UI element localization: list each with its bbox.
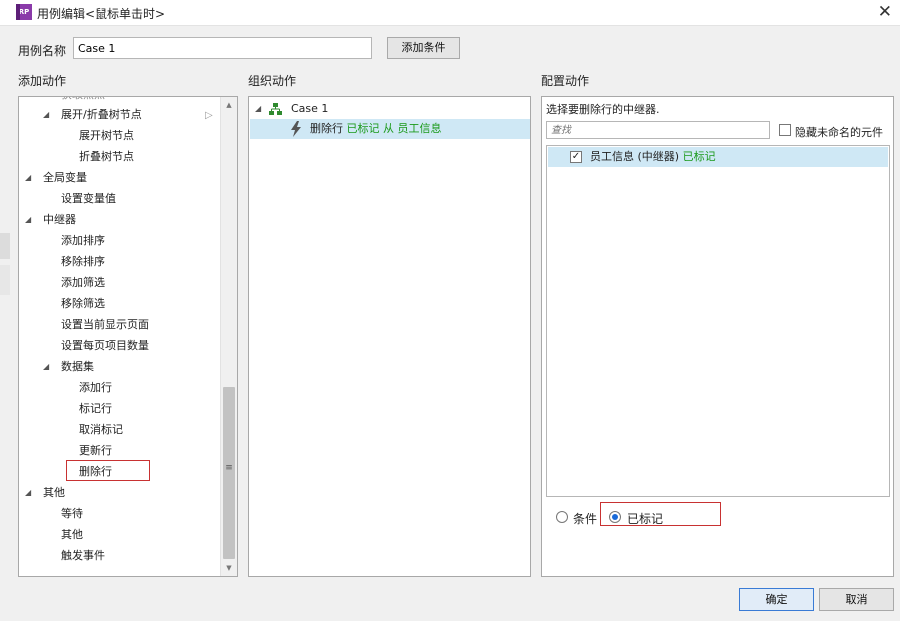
repeater-list[interactable]: ✓ 员工信息 (中继器) 已标记 [546,145,890,497]
organize-action-heading: 组织动作 [248,74,297,88]
delete-row-highlight [66,460,150,481]
scroll-down-icon[interactable]: ▼ [221,560,237,576]
tree-item-expand-node[interactable]: 展开树节点 [79,126,134,146]
configure-action-panel: 选择要删除行的中继器. 隐藏未命名的元件 ✓ 员工信息 (中继器) 已标记 条件… [541,96,894,577]
background-window-edge [0,233,10,259]
tree-group-label: 全局变量 [43,171,87,184]
tree-item-remove-sort[interactable]: 移除排序 [61,252,105,272]
action-target: 员工信息 [397,122,442,135]
action-delete-row[interactable]: 删除行 已标记 从 员工信息 [250,119,530,139]
hide-unnamed-label: 隐藏未命名的元件 [795,126,883,139]
triangle-down-icon: ◢ [43,110,50,119]
title-bar: RP 用例编辑<鼠标单击时> ✕ [0,0,900,26]
condition-radio[interactable] [556,511,568,523]
case-tree-icon [269,103,282,115]
grip-icon: ≡ [225,463,233,473]
tree-item-get-focus[interactable]: 获取焦点 [61,97,105,105]
add-condition-button[interactable]: 添加条件 [387,37,460,59]
triangle-down-icon: ◢ [25,488,32,497]
repeater-checkbox[interactable]: ✓ [570,151,582,163]
configure-action-heading: 配置动作 [541,74,590,88]
app-logo-icon: RP [16,4,32,20]
repeater-item-text: 员工信息 (中继器) 已标记 [590,147,716,167]
tree-item-add-row[interactable]: 添加行 [79,378,112,398]
lightning-icon [291,121,301,137]
action-text: 删除行 已标记 从 员工信息 [310,119,442,139]
marked-radio-highlight [600,502,721,526]
cancel-button[interactable]: 取消 [819,588,894,611]
action-marked: 已标记 [346,122,380,135]
repeater-marked: 已标记 [682,150,716,163]
case-name-input[interactable] [73,37,372,59]
chevron-right-icon: ▷ [205,110,213,121]
configure-prompt: 选择要删除行的中继器. [546,103,660,116]
tree-item-add-filter[interactable]: 添加筛选 [61,273,105,293]
window-title: 用例编辑<鼠标单击时> [37,7,166,21]
action-verb: 删除行 [310,122,343,135]
tree-item-add-sort[interactable]: 添加排序 [61,231,105,251]
tree-group-label: 展开/折叠树节点 [61,108,142,121]
repeater-name: 员工信息 (中继器) [590,150,680,163]
tree-item-set-current-page[interactable]: 设置当前显示页面 [61,315,149,335]
tree-item-fire-event[interactable]: 触发事件 [61,546,105,566]
tree-item-mark-row[interactable]: 标记行 [79,399,112,419]
tree-scrollbar[interactable]: ▲ ≡ ▼ [220,97,237,576]
tree-group-label: 数据集 [61,360,94,373]
case-name-label: 用例名称 [18,44,67,58]
ok-button[interactable]: 确定 [739,588,814,611]
tree-item-update-row[interactable]: 更新行 [79,441,112,461]
background-window-edge [0,265,10,295]
hide-unnamed-checkbox[interactable] [779,124,791,136]
tree-item-remove-filter[interactable]: 移除筛选 [61,294,105,314]
tree-item-collapse-node[interactable]: 折叠树节点 [79,147,134,167]
condition-radio-label: 条件 [573,512,598,526]
tree-item-set-variable[interactable]: 设置变量值 [61,189,116,209]
tree-item-set-items-per-page[interactable]: 设置每页项目数量 [61,336,149,356]
tree-group-label: 中继器 [43,213,76,226]
triangle-down-icon: ◢ [255,104,262,113]
triangle-down-icon: ◢ [25,215,32,224]
add-action-heading: 添加动作 [18,74,67,88]
tree-group-label: 其他 [43,486,65,499]
scroll-up-icon[interactable]: ▲ [221,97,237,113]
triangle-down-icon: ◢ [25,173,32,182]
tree-item-other[interactable]: 其他 [61,525,83,545]
search-input[interactable] [546,121,770,139]
organize-action-panel[interactable]: ◢ Case 1 删除行 已标记 从 员工信息 [248,96,531,577]
close-icon[interactable]: ✕ [878,2,892,22]
tree-item-unmark[interactable]: 取消标记 [79,420,123,440]
case-label: Case 1 [291,102,329,115]
repeater-list-item[interactable]: ✓ 员工信息 (中继器) 已标记 [548,147,888,167]
tree-item-wait[interactable]: 等待 [61,504,83,524]
add-action-tree[interactable]: 获取焦点 ◢ 展开/折叠树节点 ▷ 展开树节点 折叠树节点 ◢ 全局变量 设置变… [18,96,238,577]
scroll-thumb[interactable]: ≡ [223,387,235,559]
action-from: 从 [383,122,394,135]
triangle-down-icon: ◢ [43,362,50,371]
